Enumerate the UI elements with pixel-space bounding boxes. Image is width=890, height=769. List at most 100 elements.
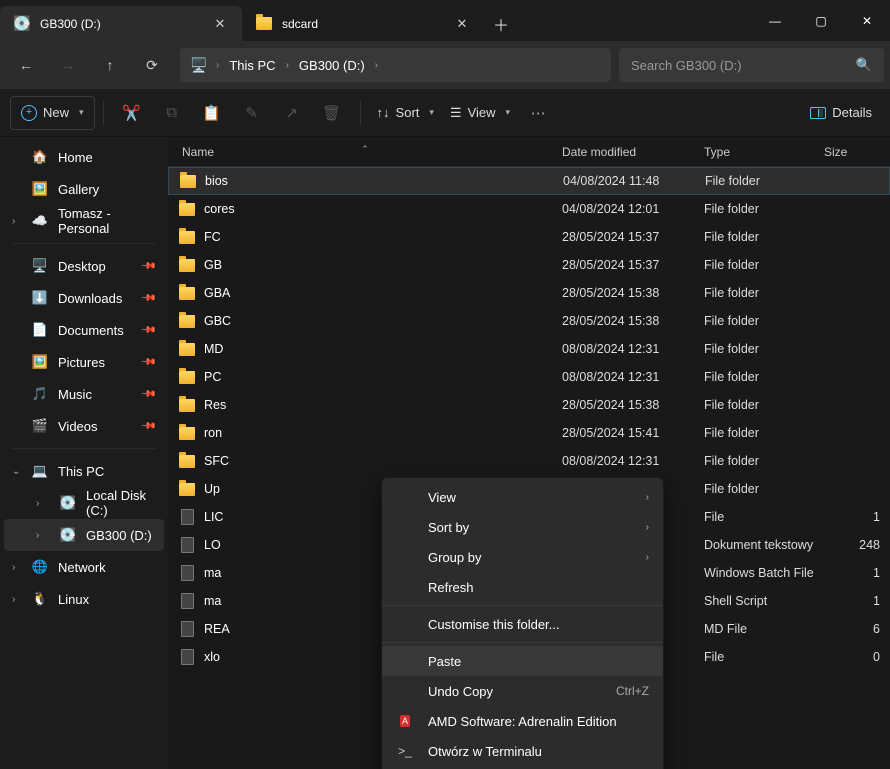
menu-separator [382, 605, 663, 606]
file-date: 04/08/2024 12:01 [562, 202, 704, 216]
details-button[interactable]: Details [802, 96, 880, 130]
close-icon[interactable]: ✕ [208, 16, 232, 32]
file-row[interactable]: bios04/08/2024 11:48File folder [168, 167, 890, 195]
new-button[interactable]: + New ▾ [10, 96, 95, 130]
cut-button[interactable]: ✂️ [112, 96, 152, 130]
address-bar[interactable]: 🖥️ › This PC › GB300 (D:) › [180, 48, 611, 82]
file-name: cores [204, 202, 235, 216]
chevron-right-icon: › [12, 594, 15, 605]
sidebar-item-music[interactable]: 🎵Music📌 [4, 378, 164, 410]
sidebar-item-downloads[interactable]: ⬇️Downloads📌 [4, 282, 164, 314]
chevron-right-icon[interactable]: › [284, 60, 291, 71]
menu-item-undo-copy[interactable]: Undo CopyCtrl+Z [382, 676, 663, 706]
file-row[interactable]: GB28/05/2024 15:37File folder [168, 251, 890, 279]
file-name: Res [204, 398, 226, 412]
file-type: Shell Script [704, 594, 824, 608]
file-date: 28/05/2024 15:37 [562, 230, 704, 244]
chevron-down-icon: ⌄ [12, 466, 20, 477]
file-row[interactable]: cores04/08/2024 12:01File folder [168, 195, 890, 223]
monitor-icon[interactable]: 🖥️ [184, 47, 214, 83]
sidebar-label: Network [58, 560, 106, 575]
sidebar-icon: 💽 [60, 527, 76, 543]
menu-item-amd-software-adrenalin-edition[interactable]: AAMD Software: Adrenalin Edition [382, 706, 663, 736]
chevron-right-icon[interactable]: › [214, 60, 221, 71]
close-icon[interactable]: ✕ [450, 16, 474, 32]
up-button[interactable]: ↑ [90, 47, 130, 83]
file-row[interactable]: Res28/05/2024 15:38File folder [168, 391, 890, 419]
col-size[interactable]: Size [824, 145, 890, 159]
file-type: File folder [704, 258, 824, 272]
file-row[interactable]: PC08/08/2024 12:31File folder [168, 363, 890, 391]
menu-item-refresh[interactable]: Refresh [382, 572, 663, 602]
sidebar-item-network[interactable]: ›🌐Network [4, 551, 164, 583]
chevron-right-icon: › [36, 530, 39, 541]
sidebar-item-documents[interactable]: 📄Documents📌 [4, 314, 164, 346]
chevron-down-icon: ▾ [506, 107, 511, 118]
sidebar-item-linux[interactable]: ›🐧Linux [4, 583, 164, 615]
back-button[interactable]: ← [6, 47, 46, 83]
file-row[interactable]: MD08/08/2024 12:31File folder [168, 335, 890, 363]
sidebar-item-home[interactable]: 🏠Home [4, 141, 164, 173]
pin-icon: 📌 [139, 322, 156, 339]
copy-button[interactable]: ⧉ [152, 96, 192, 130]
menu-item-group-by[interactable]: Group by› [382, 542, 663, 572]
col-date[interactable]: Date modified [562, 145, 704, 159]
folder-icon [178, 368, 196, 386]
folder-icon [178, 312, 196, 330]
more-button[interactable]: ⋯ [518, 96, 558, 130]
file-name: GBA [204, 286, 230, 300]
sidebar-item-gallery[interactable]: 🖼️Gallery [4, 173, 164, 205]
sidebar-label: This PC [58, 464, 104, 479]
menu-item-view[interactable]: View› [382, 482, 663, 512]
breadcrumb-this-pc[interactable]: This PC [221, 58, 283, 73]
col-type[interactable]: Type [704, 145, 824, 159]
file-size: 6 [824, 622, 890, 636]
breadcrumb-drive[interactable]: GB300 (D:) [291, 58, 373, 73]
tab-gb300[interactable]: 💽 GB300 (D:) ✕ [0, 6, 242, 41]
menu-item-paste[interactable]: Paste [382, 646, 663, 676]
share-button[interactable]: ↗ [272, 96, 312, 130]
view-button[interactable]: ☰ View ▾ [442, 96, 518, 130]
menu-item-otw-rz-w-terminalu[interactable]: >_Otwórz w Terminalu [382, 736, 663, 766]
file-icon [178, 508, 196, 526]
new-tab-button[interactable]: ＋ [484, 6, 518, 41]
file-date: 08/08/2024 12:31 [562, 370, 704, 384]
file-row[interactable]: GBA28/05/2024 15:38File folder [168, 279, 890, 307]
menu-item-customise-this-folder-[interactable]: Customise this folder... [382, 609, 663, 639]
rename-button[interactable]: ✎ [232, 96, 272, 130]
file-row[interactable]: FC28/05/2024 15:37File folder [168, 223, 890, 251]
file-name: xlo [204, 650, 220, 664]
sidebar-item-this-pc[interactable]: ⌄💻This PC [4, 455, 164, 487]
maximize-button[interactable]: ▢ [798, 0, 844, 41]
forward-button[interactable]: → [48, 47, 88, 83]
sidebar-item-tomasz-personal[interactable]: ›☁️Tomasz - Personal [4, 205, 164, 237]
file-row[interactable]: GBC28/05/2024 15:38File folder [168, 307, 890, 335]
menu-icon: >_ [396, 744, 414, 758]
file-row[interactable]: SFC08/08/2024 12:31File folder [168, 447, 890, 475]
col-name[interactable]: ⌃ Name [168, 145, 562, 159]
sidebar-icon: 🖼️ [32, 354, 48, 370]
navigation-bar: ← → ↑ ⟳ 🖥️ › This PC › GB300 (D:) › Sear… [0, 41, 890, 89]
delete-button[interactable]: 🗑 [312, 96, 352, 130]
file-type: Dokument tekstowy [704, 538, 824, 552]
pin-icon: 📌 [139, 354, 156, 371]
view-icon: ☰ [450, 105, 462, 121]
tab-sdcard[interactable]: sdcard ✕ [242, 6, 484, 41]
sort-button[interactable]: ↑↓ Sort ▾ [369, 96, 442, 130]
file-row[interactable]: ron28/05/2024 15:41File folder [168, 419, 890, 447]
paste-button[interactable]: 📋 [192, 96, 232, 130]
menu-label: Sort by [428, 520, 632, 535]
sidebar-item-gb300-d-[interactable]: ›💽GB300 (D:) [4, 519, 164, 551]
sidebar-item-videos[interactable]: 🎬Videos📌 [4, 410, 164, 442]
close-window-button[interactable]: ✕ [844, 0, 890, 41]
sidebar-item-desktop[interactable]: 🖥️Desktop📌 [4, 250, 164, 282]
minimize-button[interactable]: — [752, 0, 798, 41]
file-size: 248 [824, 538, 890, 552]
search-input[interactable]: Search GB300 (D:) 🔍 [619, 48, 884, 82]
sidebar-item-pictures[interactable]: 🖼️Pictures📌 [4, 346, 164, 378]
chevron-right-icon[interactable]: › [373, 60, 380, 71]
menu-item-sort-by[interactable]: Sort by› [382, 512, 663, 542]
file-type: File folder [705, 174, 825, 188]
refresh-button[interactable]: ⟳ [132, 47, 172, 83]
sidebar-item-local-disk-c-[interactable]: ›💽Local Disk (C:) [4, 487, 164, 519]
